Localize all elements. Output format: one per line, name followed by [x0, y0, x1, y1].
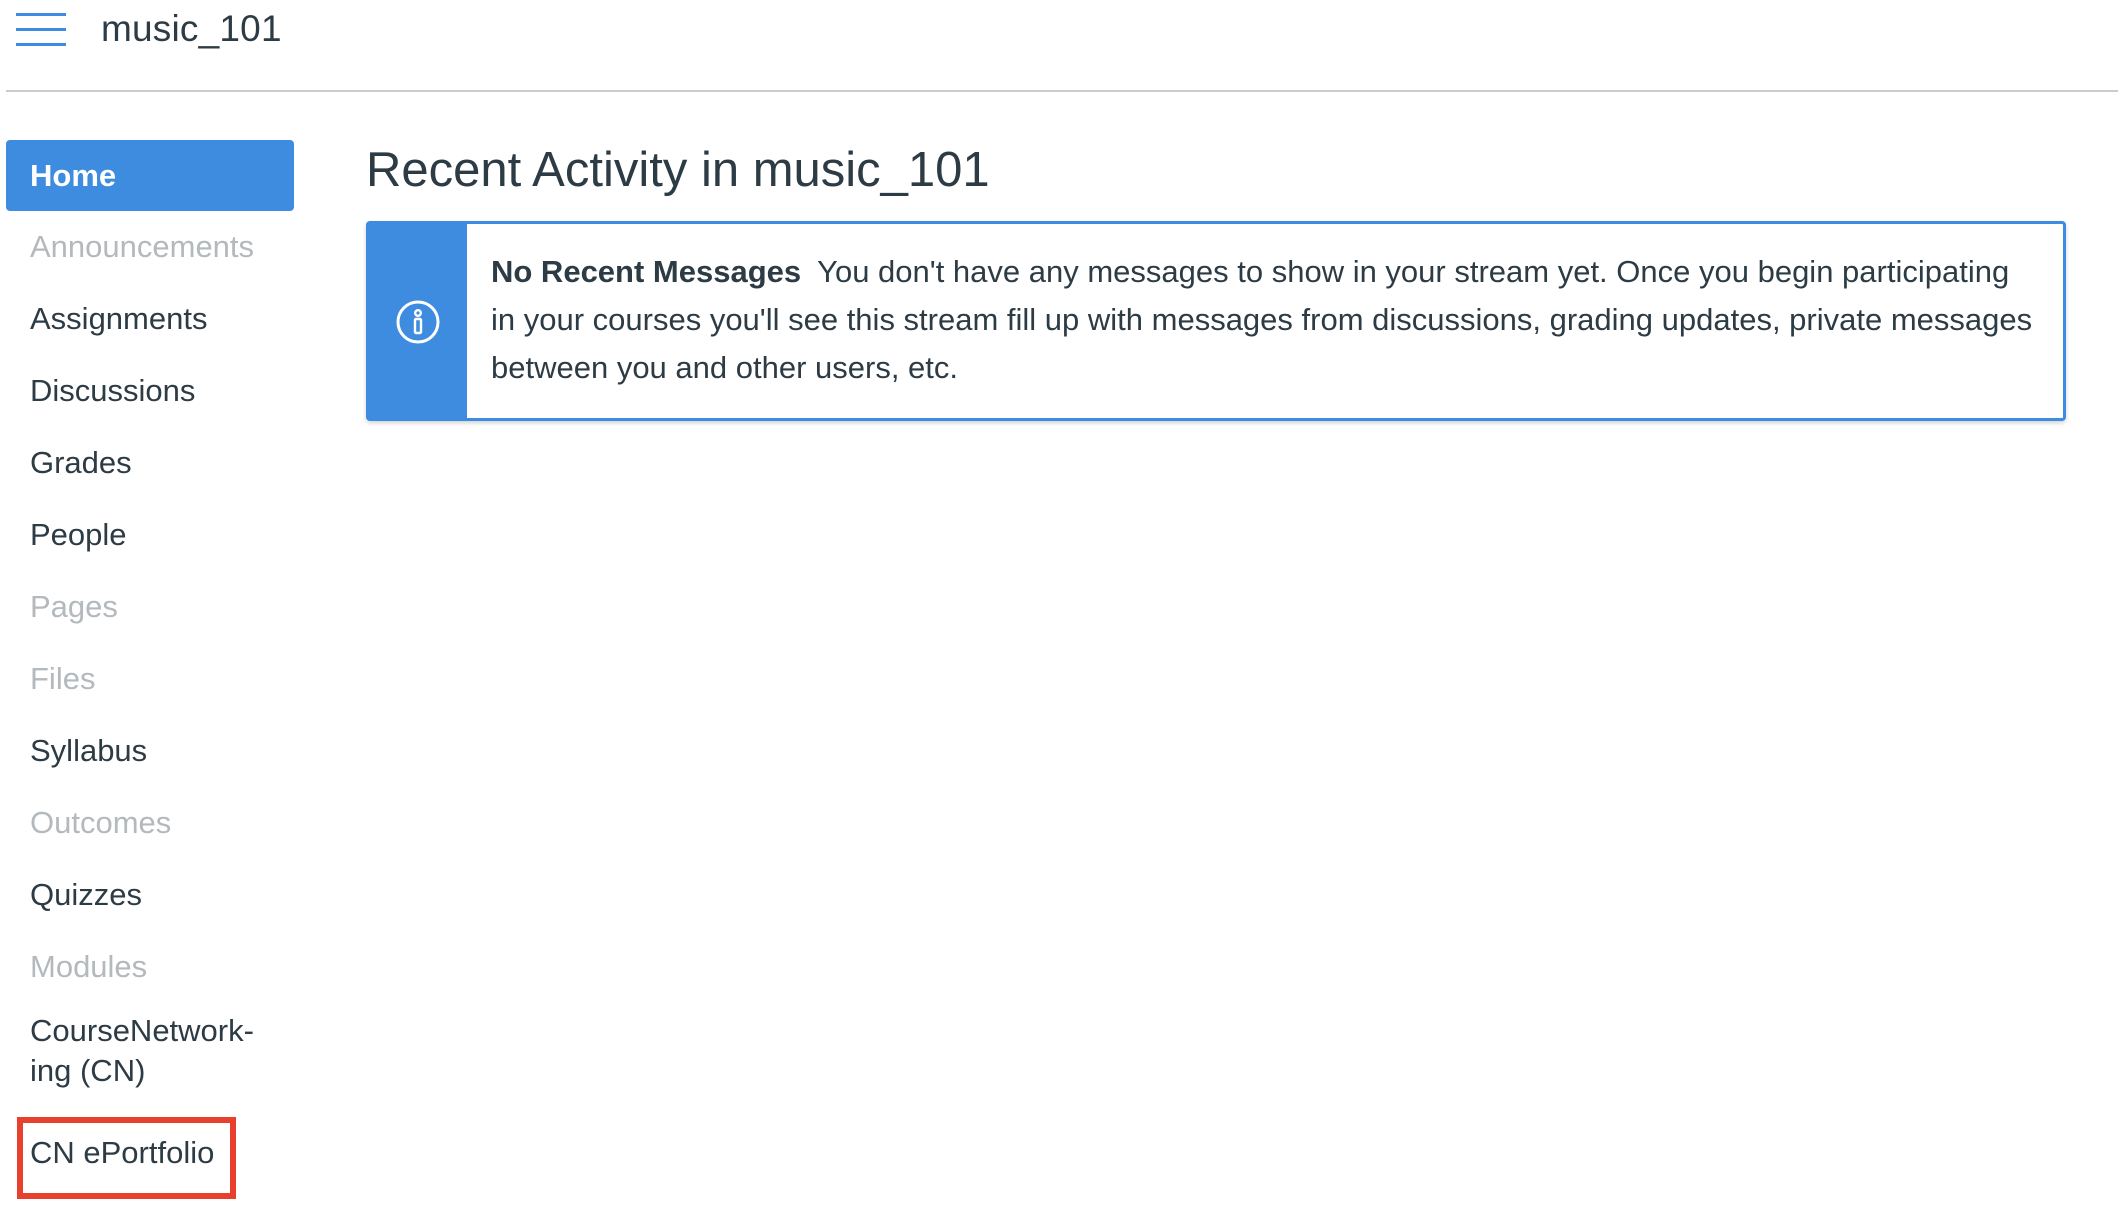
nav-item-files[interactable]: Files — [6, 643, 294, 715]
info-icon — [395, 299, 441, 345]
nav-item-pages[interactable]: Pages — [6, 571, 294, 643]
nav-item-label-line2: ing (CN) — [30, 1053, 146, 1088]
nav-item-announcements[interactable]: Announcements — [6, 211, 294, 283]
course-navigation: Home Announcements Assignments Discussio… — [6, 140, 294, 1199]
course-title[interactable]: music_101 — [101, 4, 282, 54]
alert-heading: No Recent Messages — [491, 254, 802, 289]
nav-item-label-line1: CourseNetwork- — [30, 1013, 254, 1048]
nav-item-cn-eportfolio[interactable]: CN ePortfolio — [6, 1117, 294, 1199]
nav-item-modules[interactable]: Modules — [6, 931, 294, 1003]
hamburger-menu-icon[interactable] — [16, 12, 66, 48]
nav-item-coursenetworking[interactable]: CourseNetwork- ing (CN) — [6, 1003, 294, 1117]
nav-item-discussions[interactable]: Discussions — [6, 355, 294, 427]
nav-item-quizzes[interactable]: Quizzes — [6, 859, 294, 931]
nav-item-people[interactable]: People — [6, 499, 294, 571]
top-bar: music_101 — [0, 0, 2118, 91]
nav-item-syllabus[interactable]: Syllabus — [6, 715, 294, 787]
nav-item-grades[interactable]: Grades — [6, 427, 294, 499]
nav-item-outcomes[interactable]: Outcomes — [6, 787, 294, 859]
nav-item-home[interactable]: Home — [6, 140, 294, 211]
header-divider — [6, 90, 2118, 92]
nav-item-label: CN ePortfolio — [30, 1135, 215, 1170]
info-alert: No Recent Messages You don't have any mes… — [366, 221, 2066, 421]
nav-item-assignments[interactable]: Assignments — [6, 283, 294, 355]
page-title: Recent Activity in music_101 — [366, 143, 990, 197]
alert-message: No Recent Messages You don't have any mes… — [491, 248, 2041, 392]
alert-icon-strip — [369, 224, 467, 418]
main-content: Recent Activity in music_101 — [366, 136, 2066, 204]
